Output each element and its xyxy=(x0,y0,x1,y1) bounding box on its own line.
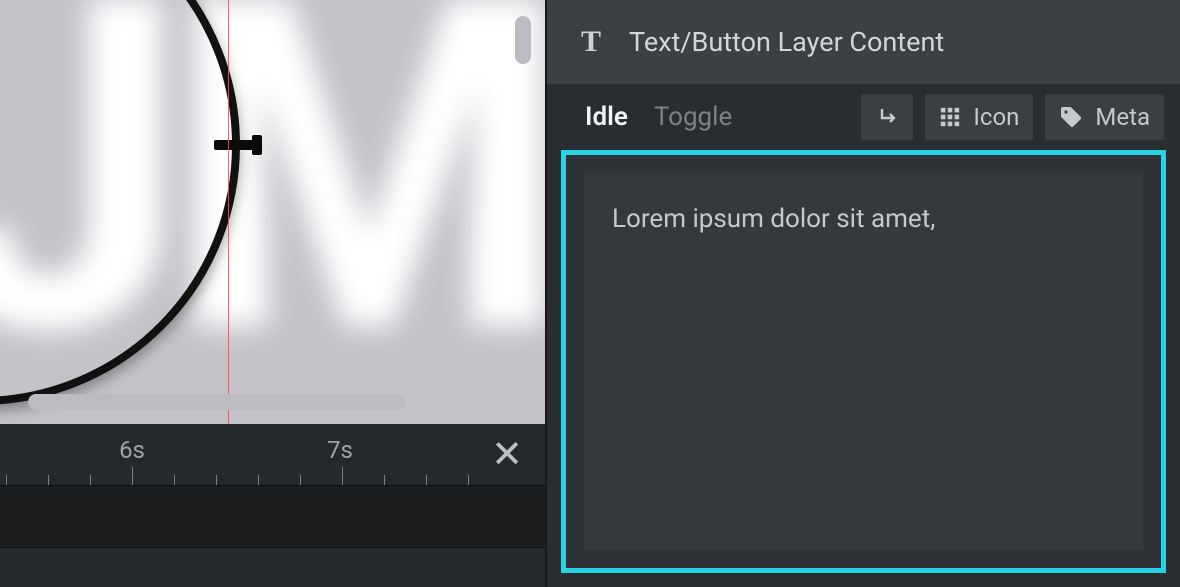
panel-header: T Text/Button Layer Content xyxy=(547,0,1180,84)
icon-picker-button[interactable]: Icon xyxy=(925,94,1033,140)
icon-button-label: Icon xyxy=(973,103,1019,131)
playhead-indicator[interactable] xyxy=(228,0,229,424)
ruler-tick xyxy=(174,475,175,485)
line-break-icon xyxy=(875,105,899,129)
content-editor-highlight xyxy=(561,150,1166,573)
grid-icon xyxy=(939,106,961,128)
timeline-close-button[interactable]: ✕ xyxy=(479,424,535,485)
tag-icon xyxy=(1059,105,1083,129)
state-tabs: Idle Toggle Icon xyxy=(547,84,1180,150)
canvas-scrollbar-vertical[interactable] xyxy=(515,16,531,64)
ruler-tick xyxy=(132,467,133,485)
meta-button-label: Meta xyxy=(1095,103,1150,131)
ruler-label-7s: 7s xyxy=(327,436,353,464)
timeline[interactable]: 6s 7s ✕ xyxy=(0,424,545,587)
ruler-tick xyxy=(384,475,385,485)
tab-toggle[interactable]: Toggle xyxy=(654,102,732,132)
preview-timeline-pane: JM 6s 7s ✕ xyxy=(0,0,545,587)
ruler-tick xyxy=(468,475,469,485)
timeline-track[interactable] xyxy=(0,486,545,548)
preview-canvas[interactable]: JM xyxy=(0,0,545,424)
ruler-tick xyxy=(300,475,301,485)
canvas-scrollbar-horizontal[interactable] xyxy=(28,394,406,410)
insert-linebreak-button[interactable] xyxy=(861,94,913,140)
meta-button[interactable]: Meta xyxy=(1045,94,1164,140)
ruler-tick xyxy=(216,475,217,485)
ruler-label-6s: 6s xyxy=(119,436,145,464)
close-icon: ✕ xyxy=(491,436,523,474)
ruler-tick xyxy=(426,475,427,485)
tab-idle[interactable]: Idle xyxy=(585,102,628,132)
layer-text-input[interactable] xyxy=(584,173,1143,550)
inspector-pane: T Text/Button Layer Content Idle Toggle xyxy=(545,0,1180,587)
timeline-ruler[interactable]: 6s 7s ✕ xyxy=(0,424,545,486)
ruler-tick xyxy=(258,475,259,485)
ruler-tick xyxy=(6,475,7,485)
ruler-tick xyxy=(48,475,49,485)
preview-ring-clamp xyxy=(214,131,258,159)
ruler-tick xyxy=(342,467,343,485)
text-type-icon: T xyxy=(581,25,601,59)
panel-title: Text/Button Layer Content xyxy=(629,26,944,58)
ruler-tick xyxy=(90,475,91,485)
